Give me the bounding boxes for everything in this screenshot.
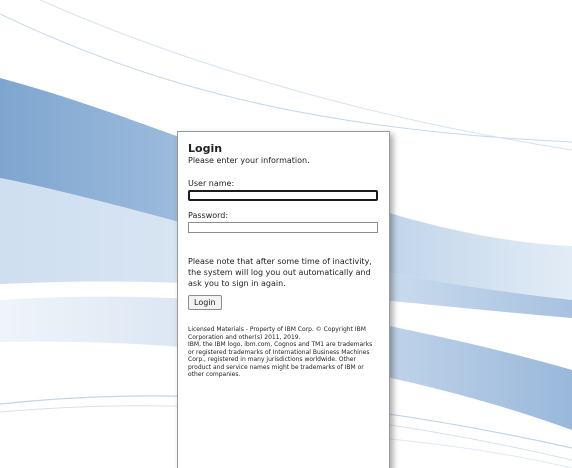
password-input[interactable] [188, 222, 378, 233]
trademark-text: IBM, the IBM logo, ibm.com, Cognos and T… [188, 341, 373, 378]
username-label: User name: [188, 179, 235, 188]
login-title: Login [188, 142, 223, 155]
username-input[interactable] [188, 190, 378, 201]
password-label: Password: [188, 211, 229, 220]
login-page: Login Please enter your information. Use… [0, 0, 572, 468]
login-subtitle: Please enter your information. [188, 156, 310, 165]
copyright-text: Licensed Materials - Property of IBM Cor… [188, 326, 366, 341]
login-panel: Login Please enter your information. Use… [177, 131, 390, 468]
inactivity-notice: Please note that after some time of inac… [188, 257, 372, 288]
legal-notice: Licensed Materials - Property of IBM Cor… [188, 326, 380, 379]
login-button[interactable]: Login [188, 295, 222, 310]
